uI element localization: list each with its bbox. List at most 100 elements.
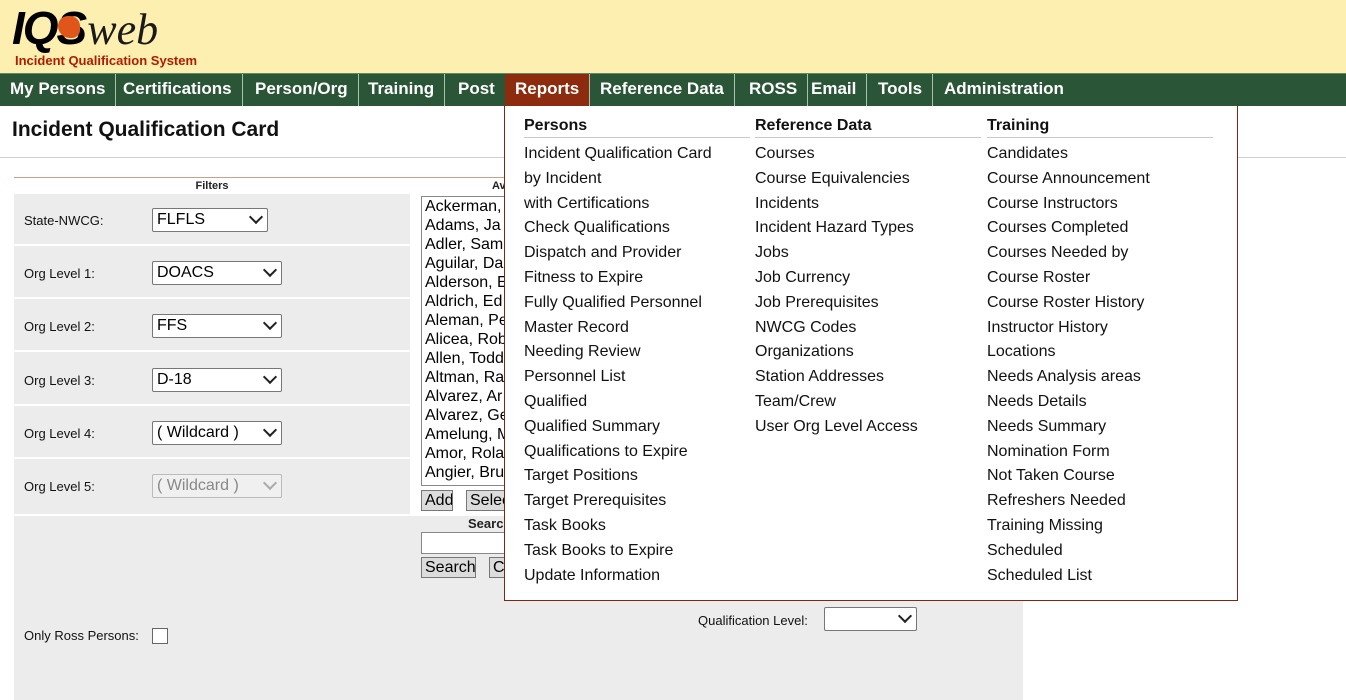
menu-item[interactable]: Courses (755, 142, 981, 167)
list-item[interactable]: Alvarez, Ge (422, 406, 510, 425)
list-item[interactable]: Alvarez, Ar (422, 387, 510, 406)
list-item[interactable]: Adams, Ja (422, 216, 510, 235)
menu-item[interactable]: Training Missing (987, 514, 1213, 539)
list-item[interactable]: Aldrich, Ed (422, 292, 510, 311)
menu-item[interactable]: Station Addresses (755, 365, 981, 390)
menu-item[interactable]: Course Roster (987, 266, 1213, 291)
available-persons-list[interactable]: Ackerman, Adams, Ja Adler, Sam Aguilar, … (421, 196, 511, 486)
search-button[interactable]: Search (421, 557, 476, 578)
menu-item[interactable]: Needing Review (524, 340, 750, 365)
menu-item[interactable]: Update Information (524, 564, 750, 589)
nav-certifications[interactable]: Certifications (113, 74, 243, 106)
iqs-logo[interactable]: IQSweb Incident Qualification System (12, 4, 197, 68)
menu-item[interactable]: Locations (987, 340, 1213, 365)
menu-item[interactable]: Instructor History (987, 316, 1213, 341)
menu-item[interactable]: Task Books (524, 514, 750, 539)
state-nwcg-value: FLFLS (157, 211, 206, 228)
logo-subtitle: Incident Qualification System (15, 53, 198, 68)
menu-heading-reference-data: Reference Data (755, 116, 981, 138)
menu-item[interactable]: Fully Qualified Personnel (524, 291, 750, 316)
menu-item[interactable]: Personnel List (524, 365, 750, 390)
menu-item[interactable]: User Org Level Access (755, 415, 981, 440)
menu-item[interactable]: Not Taken Course (987, 464, 1213, 489)
org-level-2-value: FFS (157, 317, 188, 334)
menu-item[interactable]: Task Books to Expire (524, 539, 750, 564)
list-item[interactable]: Altman, Ra (422, 368, 510, 387)
list-item[interactable]: Allen, Todd (422, 349, 510, 368)
menu-item[interactable]: Needs Summary (987, 415, 1213, 440)
menu-item[interactable]: Fitness to Expire (524, 266, 750, 291)
menu-item[interactable]: Jobs (755, 241, 981, 266)
nav-email[interactable]: Email (801, 74, 868, 106)
menu-item[interactable]: Job Currency (755, 266, 981, 291)
menu-item[interactable]: Job Prerequisites (755, 291, 981, 316)
main-nav: My Persons Certifications Person/Org Tra… (0, 73, 1346, 106)
list-item[interactable]: Aleman, Pe (422, 311, 510, 330)
list-item[interactable]: Amelung, M (422, 425, 510, 444)
menu-item[interactable]: Master Record (524, 316, 750, 341)
filters-divider (14, 177, 504, 178)
list-item[interactable]: Alderson, E (422, 273, 510, 292)
menu-item[interactable]: Nomination Form (987, 440, 1213, 465)
org-level-1-value: DOACS (157, 264, 214, 281)
chevron-down-icon (897, 608, 913, 624)
org-level-3-select[interactable]: D-18 (152, 368, 282, 392)
menu-item[interactable]: by Incident (524, 167, 750, 192)
menu-item[interactable]: Courses Needed by (987, 241, 1213, 266)
menu-item[interactable]: Course Instructors (987, 192, 1213, 217)
menu-item[interactable]: Check Qualifications (524, 216, 750, 241)
state-nwcg-select[interactable]: FLFLS (152, 208, 268, 232)
list-item[interactable]: Amor, Rola (422, 444, 510, 463)
search-input[interactable] (421, 532, 511, 554)
menu-item[interactable]: Course Roster History (987, 291, 1213, 316)
nav-ross[interactable]: ROSS (739, 74, 809, 106)
menu-item[interactable]: Qualifications to Expire (524, 440, 750, 465)
menu-item[interactable]: Needs Analysis areas (987, 365, 1213, 390)
menu-item[interactable]: Organizations (755, 340, 981, 365)
menu-item[interactable]: Team/Crew (755, 390, 981, 415)
org-level-1-select[interactable]: DOACS (152, 261, 282, 285)
org-level-4-select[interactable]: ( Wildcard ) (152, 421, 282, 445)
menu-item[interactable]: Course Announcement (987, 167, 1213, 192)
nav-reference-data[interactable]: Reference Data (590, 74, 735, 106)
list-item[interactable]: Angier, Bru (422, 463, 510, 482)
list-item[interactable]: Aguilar, Da (422, 254, 510, 273)
menu-item[interactable]: Incident Hazard Types (755, 216, 981, 241)
qualification-level-label: Qualification Level: (698, 613, 808, 628)
flame-icon (58, 16, 80, 38)
qualification-level-select[interactable] (824, 607, 917, 631)
nav-reports[interactable]: Reports (505, 74, 591, 106)
nav-training[interactable]: Training (358, 74, 446, 106)
menu-item[interactable]: Incidents (755, 192, 981, 217)
menu-item[interactable]: Scheduled (987, 539, 1213, 564)
menu-item[interactable]: Dispatch and Provider (524, 241, 750, 266)
menu-item[interactable]: Scheduled List (987, 564, 1213, 589)
menu-item[interactable]: Needs Details (987, 390, 1213, 415)
menu-item[interactable]: Target Positions (524, 464, 750, 489)
nav-person-org[interactable]: Person/Org (245, 74, 359, 106)
nav-administration[interactable]: Administration (934, 74, 1074, 106)
only-ross-persons-label: Only Ross Persons: (24, 628, 139, 643)
menu-item[interactable]: with Certifications (524, 192, 750, 217)
chevron-down-icon (262, 422, 278, 438)
menu-item[interactable]: Course Equivalencies (755, 167, 981, 192)
menu-item[interactable]: NWCG Codes (755, 316, 981, 341)
org-level-3-value: D-18 (157, 371, 192, 388)
select-button[interactable]: Selec (466, 490, 506, 511)
nav-my-persons[interactable]: My Persons (0, 74, 117, 106)
menu-item[interactable]: Qualified Summary (524, 415, 750, 440)
nav-post[interactable]: Post (448, 74, 506, 106)
list-item[interactable]: Alicea, Rob (422, 330, 510, 349)
nav-tools[interactable]: Tools (868, 74, 934, 106)
only-ross-persons-checkbox[interactable] (152, 628, 168, 644)
menu-item[interactable]: Target Prerequisites (524, 489, 750, 514)
list-item[interactable]: Adler, Sam (422, 235, 510, 254)
menu-item[interactable]: Courses Completed (987, 216, 1213, 241)
menu-item[interactable]: Candidates (987, 142, 1213, 167)
org-level-2-select[interactable]: FFS (152, 314, 282, 338)
list-item[interactable]: Ackerman, (422, 197, 510, 216)
menu-item[interactable]: Incident Qualification Card (524, 142, 750, 167)
add-button[interactable]: Add (421, 490, 453, 511)
menu-item[interactable]: Refreshers Needed (987, 489, 1213, 514)
menu-item[interactable]: Qualified (524, 390, 750, 415)
